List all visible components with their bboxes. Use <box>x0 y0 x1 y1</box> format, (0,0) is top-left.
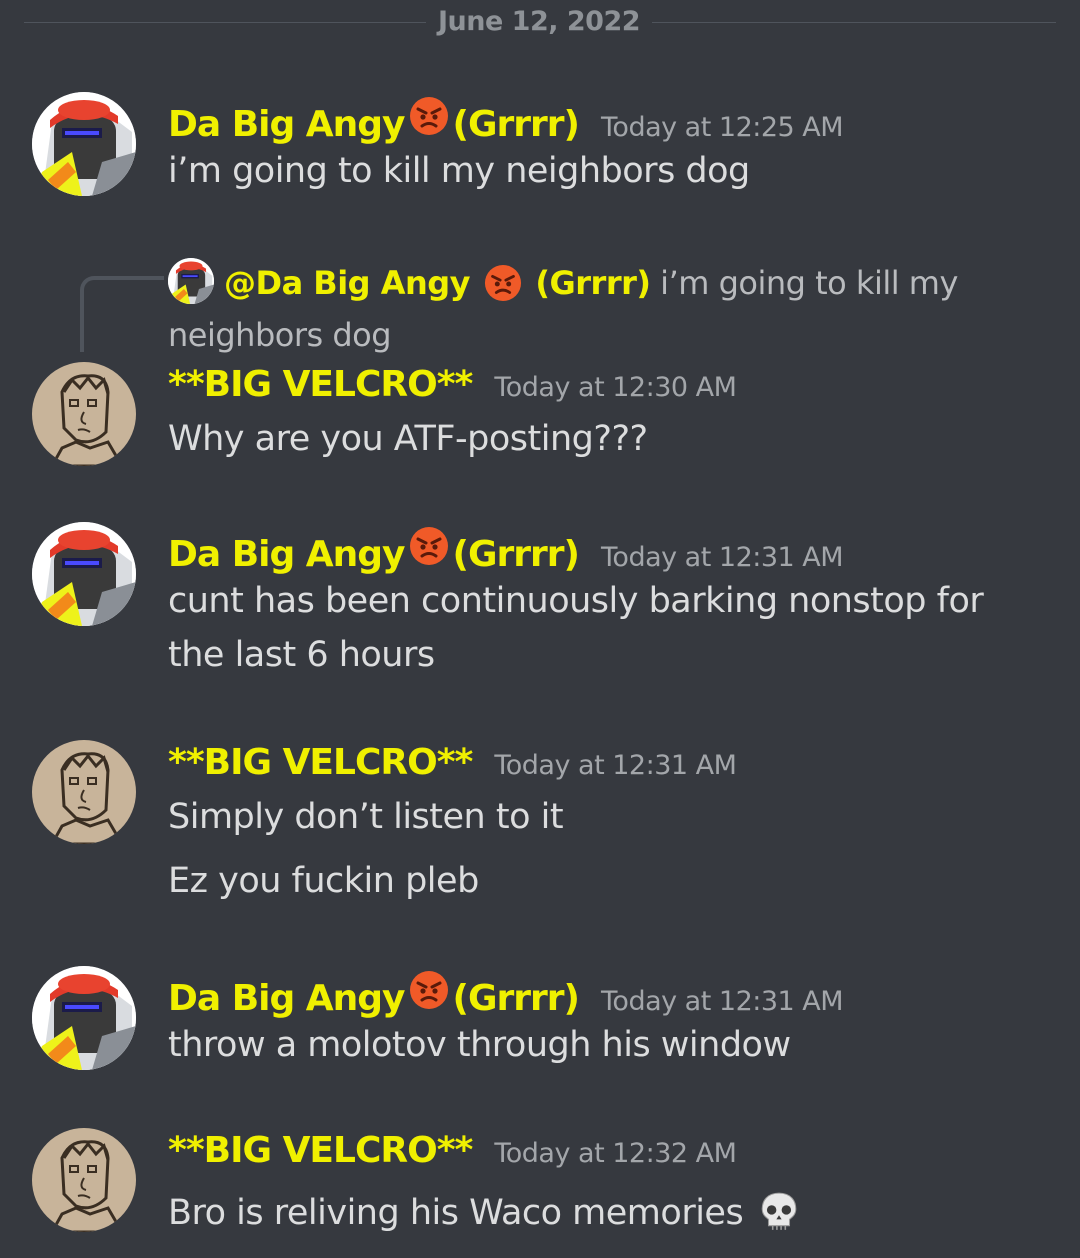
message-header: Da Big Angy (Grrrr) Today at 12:31 AM <box>168 970 1040 1019</box>
timestamp[interactable]: Today at 12:32 AM <box>494 1138 737 1169</box>
message-text: Why are you ATF-posting??? <box>168 419 648 459</box>
message: **BIG VELCRO** Today at 12:32 AM Bro is … <box>168 1130 1040 1248</box>
message-header: Da Big Angy (Grrrr) Today at 12:25 AM <box>168 96 1040 145</box>
message: **BIG VELCRO** Today at 12:31 AM Simply … <box>168 742 1040 908</box>
username-suffix[interactable]: (Grrrr) <box>453 104 580 145</box>
username[interactable]: Da Big Angy <box>168 978 406 1019</box>
avatar[interactable] <box>32 740 136 844</box>
avatar[interactable] <box>32 966 136 1070</box>
message: **BIG VELCRO** Today at 12:30 AM Why are… <box>168 364 1040 466</box>
date-divider-line-right <box>652 22 1056 23</box>
message-text: the last 6 hours <box>168 635 435 675</box>
angry-face-icon <box>409 970 449 1014</box>
username-suffix[interactable]: (Grrrr) <box>453 534 580 575</box>
avatar[interactable] <box>32 522 136 626</box>
avatar[interactable] <box>32 362 136 466</box>
reply-preview[interactable]: @Da Big Angy (Grrrr) i’m going to kill m… <box>168 258 968 357</box>
message: Da Big Angy (Grrrr) Today at 12:31 AM cu… <box>168 526 1040 682</box>
username[interactable]: **BIG VELCRO** <box>168 742 473 783</box>
reply-spine <box>80 276 164 352</box>
username[interactable]: **BIG VELCRO** <box>168 1130 473 1171</box>
username[interactable]: Da Big Angy <box>168 104 406 145</box>
avatar[interactable] <box>32 92 136 196</box>
message-text: Simply don’t listen to it <box>168 797 564 837</box>
message-text: Bro is reliving his Waco memories <box>168 1186 1040 1248</box>
username-suffix[interactable]: (Grrrr) <box>453 978 580 1019</box>
reply-avatar <box>168 258 214 304</box>
timestamp[interactable]: Today at 12:31 AM <box>494 750 737 781</box>
message-text-content: Bro is reliving his Waco memories <box>168 1193 744 1233</box>
reply-text-continued: neighbors dog <box>168 316 392 354</box>
timestamp[interactable]: Today at 12:31 AM <box>601 542 844 573</box>
angry-face-icon <box>409 96 449 140</box>
angry-face-icon <box>484 264 522 313</box>
message-header: Da Big Angy (Grrrr) Today at 12:31 AM <box>168 526 1040 575</box>
date-divider-line-left <box>24 22 426 23</box>
message-header: **BIG VELCRO** Today at 12:32 AM <box>168 1130 1040 1178</box>
message-header: **BIG VELCRO** Today at 12:30 AM <box>168 364 1040 412</box>
message-text: throw a molotov through his window <box>168 1025 791 1065</box>
message: Da Big Angy (Grrrr) Today at 12:25 AM i’… <box>168 96 1040 198</box>
angry-face-icon <box>409 526 449 570</box>
message-text: cunt has been continuously barking nonst… <box>168 581 984 621</box>
username[interactable]: Da Big Angy <box>168 534 406 575</box>
message-text: Ez you fuckin pleb <box>168 861 479 901</box>
message-header: **BIG VELCRO** Today at 12:31 AM <box>168 742 1040 790</box>
message: Da Big Angy (Grrrr) Today at 12:31 AM th… <box>168 970 1040 1072</box>
timestamp[interactable]: Today at 12:30 AM <box>494 372 737 403</box>
reply-text: i’m going to kill my <box>660 264 958 302</box>
message-text: i’m going to kill my neighbors dog <box>168 151 750 191</box>
timestamp[interactable]: Today at 12:31 AM <box>601 986 844 1017</box>
skull-icon <box>758 1190 800 1248</box>
reply-mention[interactable]: @Da Big Angy <box>224 264 471 302</box>
timestamp[interactable]: Today at 12:25 AM <box>601 112 844 143</box>
username[interactable]: **BIG VELCRO** <box>168 364 473 405</box>
avatar[interactable] <box>32 1128 136 1232</box>
date-divider-label: June 12, 2022 <box>437 6 641 37</box>
reply-mention-suffix[interactable]: (Grrrr) <box>535 264 651 302</box>
